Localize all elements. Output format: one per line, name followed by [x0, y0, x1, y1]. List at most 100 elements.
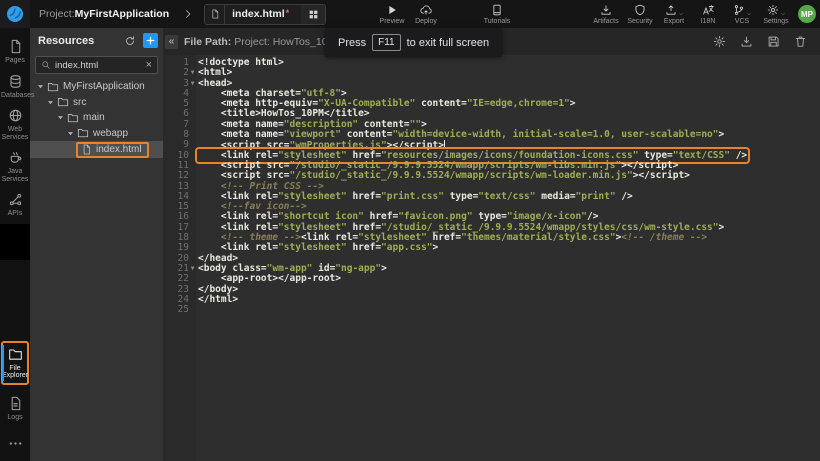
action-vcs-button[interactable]: VCS — [725, 0, 759, 28]
tree-item-label: src — [73, 97, 86, 108]
fold-toggle-icon[interactable]: ▼ — [189, 68, 196, 78]
sidebar-item-java-services[interactable]: Java Services — [0, 145, 30, 187]
code-line-25: 25 — [163, 305, 820, 315]
sidebar-item-file-explorer[interactable]: File Explorer — [1, 341, 29, 385]
sidebar-item-more[interactable] — [0, 431, 30, 455]
preview-label: Preview — [380, 18, 405, 25]
wavemaker-logo-icon — [6, 5, 24, 23]
deploy-icon — [420, 4, 432, 16]
tree-item-webapp[interactable]: webapp — [30, 126, 163, 142]
caret-down-icon[interactable] — [66, 129, 75, 138]
tree-item-label: main — [83, 112, 105, 123]
sidebar-item-web-services[interactable]: Web Services — [0, 103, 30, 145]
tutorials-icon-wrap — [491, 4, 503, 16]
fullscreen-notification: Press F11 to exit full screen — [325, 28, 502, 57]
delete-icon — [794, 35, 807, 48]
folder-icon — [47, 81, 59, 93]
wavemaker-studio: Project:MyFirstApplication index.html* P… — [0, 0, 820, 461]
deploy-icon-wrap — [420, 4, 432, 16]
refresh-button[interactable] — [124, 35, 136, 47]
add-resource-button[interactable] — [143, 33, 158, 48]
line-number: 22 — [163, 274, 189, 284]
fold-toggle-icon[interactable]: ▼ — [189, 79, 196, 89]
save-file-button[interactable] — [767, 35, 780, 48]
project-title: Project:MyFirstApplication — [39, 8, 169, 20]
fold-gutter — [189, 140, 196, 150]
app-logo[interactable] — [0, 0, 30, 28]
tree-item-src[interactable]: src — [30, 95, 163, 111]
tree-item-myfirstapplication[interactable]: MyFirstApplication — [30, 79, 163, 95]
fold-gutter — [189, 99, 196, 109]
caret-down-icon[interactable] — [46, 98, 55, 107]
fold-gutter — [189, 202, 196, 212]
utility-actions: ArtifactsSecurityExportI18NVCSSettings — [589, 0, 793, 28]
tree-item-label: MyFirstApplication — [63, 81, 145, 92]
action-tutorials-button[interactable]: Tutorials — [480, 0, 514, 28]
code-line-2: 2▼<html> — [163, 68, 820, 78]
top-bar: Project:MyFirstApplication index.html* P… — [0, 0, 820, 28]
clear-search-icon[interactable]: × — [146, 60, 152, 70]
action-settings-button[interactable]: Settings — [759, 0, 793, 28]
fold-gutter — [189, 58, 196, 68]
preview-icon — [386, 4, 398, 16]
web-services-icon — [8, 108, 23, 123]
artifacts-icon-wrap — [600, 4, 612, 16]
action-deploy-button[interactable]: Deploy — [409, 0, 443, 28]
logs-icon — [8, 396, 23, 411]
folder-icon — [77, 127, 89, 139]
file-explorer-label: File Explorer — [2, 365, 28, 380]
action-security-button[interactable]: Security — [623, 0, 657, 28]
fold-gutter — [189, 233, 196, 243]
resources-header: Resources — [30, 28, 163, 53]
sidebar-empty-block — [0, 224, 30, 260]
fold-gutter — [189, 285, 196, 295]
tab-index-html[interactable]: index.html* — [204, 4, 326, 25]
save-icon — [767, 35, 780, 48]
tutorials-label: Tutorials — [484, 18, 511, 25]
search-input[interactable]: index.html × — [35, 56, 158, 74]
java-services-label: Java Services — [1, 168, 29, 183]
code-editor: « File Path: Project: HowTos_10PM > src/… — [163, 28, 820, 461]
logs-label: Logs — [7, 414, 22, 422]
code-line-19: 19 <link rel="stylesheet" href="app.css"… — [163, 243, 820, 253]
settings-icon — [767, 4, 779, 16]
fold-gutter — [189, 212, 196, 222]
fold-gutter — [189, 192, 196, 202]
code-area[interactable]: 1<!doctype html>2▼<html>3▼<head>4 <meta … — [163, 55, 820, 461]
download-file-button[interactable] — [740, 35, 753, 48]
caret-down-icon[interactable] — [36, 82, 45, 91]
caret-down-icon[interactable] — [56, 113, 65, 122]
collapse-panel-button[interactable]: « — [165, 35, 178, 49]
sidebar-item-databases[interactable]: Databases — [0, 69, 30, 104]
download-icon — [740, 35, 753, 48]
search-icon — [41, 60, 51, 70]
more-icon — [8, 436, 23, 451]
file-explorer-icon — [8, 347, 23, 362]
sidebar-item-pages[interactable]: Pages — [0, 34, 30, 69]
settings-file-button[interactable] — [713, 35, 726, 48]
delete-file-button[interactable] — [794, 35, 807, 48]
tree-item-index-html[interactable]: index.html — [30, 141, 163, 158]
sidebar-item-apis[interactable]: APIs — [0, 187, 30, 222]
fold-gutter — [189, 243, 196, 253]
export-icon — [665, 4, 677, 16]
action-preview-button[interactable]: Preview — [375, 0, 409, 28]
fold-toggle-icon[interactable]: ▼ — [189, 264, 196, 274]
tree-item-main[interactable]: main — [30, 110, 163, 126]
fold-gutter — [189, 171, 196, 181]
sidebar-item-logs[interactable]: Logs — [0, 391, 30, 426]
i18n-icon — [702, 4, 714, 16]
grid-view-icon[interactable] — [301, 5, 325, 24]
sidebar-spacer — [0, 260, 30, 341]
folder-icon — [57, 96, 69, 108]
vcs-icon — [733, 4, 745, 16]
fold-gutter — [189, 223, 196, 233]
settings-chevron-down-icon — [780, 11, 786, 17]
avatar[interactable]: MP — [798, 5, 816, 23]
fold-gutter — [189, 161, 196, 171]
action-export-button[interactable]: Export — [657, 0, 691, 28]
action-i18n-button[interactable]: I18N — [691, 0, 725, 28]
code-line-24: 24</html> — [163, 295, 820, 305]
line-number: 25 — [163, 305, 189, 315]
action-artifacts-button[interactable]: Artifacts — [589, 0, 623, 28]
